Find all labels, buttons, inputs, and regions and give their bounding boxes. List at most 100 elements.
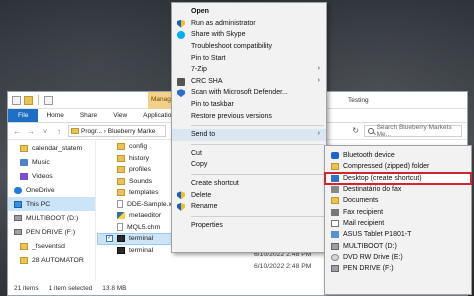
- menu-item-label: Documents: [343, 197, 379, 205]
- file-name: terminal: [129, 246, 154, 254]
- list-item[interactable]: Sounds: [97, 176, 177, 188]
- file-name: templates: [129, 189, 159, 197]
- nav-item-this-pc[interactable]: This PC: [8, 197, 95, 211]
- shield-icon: [177, 191, 185, 200]
- list-item-selected[interactable]: ✓ terminal: [97, 233, 177, 245]
- menu-item-crc-sha[interactable]: CRC SHA ›: [172, 76, 326, 88]
- menu-item-run-as-admin[interactable]: Run as administrator: [172, 18, 326, 30]
- nav-item-label: This PC: [26, 200, 51, 208]
- document-icon: [117, 223, 123, 232]
- menu-item-delete[interactable]: Delete: [172, 189, 326, 201]
- document-icon: [117, 212, 125, 220]
- send-to-documents[interactable]: Documents: [325, 195, 471, 206]
- menu-item-troubleshoot[interactable]: Troubleshoot compatibility: [172, 41, 326, 53]
- menu-item-rename[interactable]: Rename: [172, 201, 326, 213]
- list-item[interactable]: DDE-Sample.x: [97, 199, 177, 211]
- list-item[interactable]: metaeditor: [97, 210, 177, 222]
- menu-item-open[interactable]: Open: [172, 6, 326, 18]
- nav-item-label: PEN DRIVE (F:): [26, 228, 76, 236]
- send-to-submenu: Bluetooth device Compressed (zipped) fol…: [324, 145, 472, 295]
- menu-item-cut[interactable]: Cut: [172, 148, 326, 160]
- nav-item-automator[interactable]: 28 AUTOMATOR: [8, 253, 95, 267]
- checkbox-icon[interactable]: ✓: [106, 235, 113, 243]
- menu-item-copy[interactable]: Copy: [172, 159, 326, 171]
- tab-share[interactable]: Share: [72, 109, 105, 122]
- nav-item-fseventsd[interactable]: _fseventsd: [8, 239, 95, 253]
- menu-divider: [191, 124, 324, 126]
- list-item[interactable]: history: [97, 153, 177, 165]
- tab-file[interactable]: File: [8, 109, 39, 122]
- quick-access-dropdown-icon[interactable]: [44, 95, 53, 105]
- menu-item-label: CRC SHA: [191, 77, 223, 85]
- send-to-asus-tablet[interactable]: ASUS Tablet P1801-T: [325, 229, 471, 240]
- menu-item-label: Properties: [191, 221, 223, 229]
- menu-item-label: Fax recipient: [343, 208, 384, 216]
- folder-icon: [71, 128, 79, 134]
- send-to-pen-drive[interactable]: PEN DRIVE (F:): [325, 263, 471, 274]
- navigation-pane: calendar_statem Music Videos OneDrive Th…: [8, 141, 96, 281]
- menu-item-label: Run as administrator: [191, 19, 256, 27]
- refresh-icon[interactable]: ↻: [352, 126, 359, 135]
- list-item[interactable]: MQL5.chm: [97, 222, 177, 234]
- status-bar: 21 items 1 item selected 13.8 MB: [14, 285, 127, 292]
- file-name: DDE-Sample.x: [127, 200, 172, 208]
- menu-item-restore-versions[interactable]: Restore previous versions: [172, 110, 326, 122]
- menu-item-scan-defender[interactable]: Scan with Microsoft Defender...: [172, 87, 326, 99]
- menu-item-label: MULTIBOOT (D:): [343, 242, 397, 250]
- nav-item-calendar[interactable]: calendar_statem: [8, 141, 95, 155]
- menu-item-7zip[interactable]: 7-Zip ›: [172, 64, 326, 76]
- menu-item-pin-start[interactable]: Pin to Start: [172, 52, 326, 64]
- document-icon: [117, 200, 123, 209]
- bluetooth-icon: [331, 152, 339, 160]
- up-arrow-icon[interactable]: ↑: [54, 127, 64, 136]
- tab-home[interactable]: Home: [38, 109, 71, 122]
- quick-access-new-folder-icon[interactable]: [24, 95, 33, 105]
- menu-item-label: Bluetooth device: [343, 152, 395, 160]
- menu-item-pin-taskbar[interactable]: Pin to taskbar: [172, 99, 326, 111]
- send-to-mail[interactable]: Mail recipient: [325, 218, 471, 229]
- send-to-fax-recipient[interactable]: Fax recipient: [325, 206, 471, 217]
- back-arrow-icon[interactable]: ←: [12, 127, 22, 136]
- send-to-multiboot[interactable]: MULTIBOOT (D:): [325, 240, 471, 251]
- folder-icon: [117, 189, 125, 197]
- menu-item-label: Pin to Start: [191, 54, 226, 62]
- nav-item-label: _fseventsd: [32, 242, 65, 250]
- send-to-fax-destination[interactable]: Destinatário do fax: [325, 184, 471, 195]
- menu-item-properties[interactable]: Properties: [172, 220, 326, 232]
- menu-item-label: 7-Zip: [191, 66, 207, 74]
- menu-item-share-skype[interactable]: Share with Skype: [172, 29, 326, 41]
- search-input[interactable]: Search Blueberry Markets Me...: [364, 124, 462, 138]
- list-item[interactable]: terminal: [97, 245, 177, 257]
- status-selected: 1 item selected: [48, 285, 93, 292]
- pc-icon: [14, 200, 22, 208]
- drive-icon: [14, 215, 22, 221]
- terminal-icon: [117, 246, 125, 254]
- recent-locations-chevron-icon[interactable]: ˅: [40, 127, 50, 136]
- file-name: history: [129, 154, 150, 162]
- forward-arrow-icon[interactable]: →: [26, 127, 36, 136]
- menu-item-label: Destinatário do fax: [343, 186, 402, 194]
- nav-item-videos[interactable]: Videos: [8, 169, 95, 183]
- menu-divider: [191, 215, 324, 217]
- nav-item-onedrive[interactable]: OneDrive: [8, 183, 95, 197]
- nav-item-music[interactable]: Music: [8, 155, 95, 169]
- file-name: config: [129, 143, 148, 151]
- send-to-desktop-shortcut[interactable]: Desktop (create shortcut): [324, 171, 472, 185]
- address-bar[interactable]: Progr... › Blueberry Marke: [68, 125, 166, 137]
- nav-item-multiboot[interactable]: MULTIBOOT (D:): [8, 211, 95, 225]
- quick-access-properties-icon[interactable]: [12, 95, 21, 105]
- nav-item-pen-drive[interactable]: PEN DRIVE (F:): [8, 225, 95, 239]
- send-to-bluetooth[interactable]: Bluetooth device: [325, 150, 471, 161]
- list-item[interactable]: profiles: [97, 164, 177, 176]
- menu-item-label: Create shortcut: [191, 180, 239, 188]
- list-item[interactable]: templates: [97, 187, 177, 199]
- tab-view[interactable]: View: [105, 109, 135, 122]
- menu-item-label: Pin to taskbar: [191, 101, 234, 109]
- menu-item-label: Share with Skype: [191, 31, 246, 39]
- menu-item-create-shortcut[interactable]: Create shortcut: [172, 178, 326, 190]
- send-to-dvd[interactable]: DVD RW Drive (E:): [325, 252, 471, 263]
- send-to-zip[interactable]: Compressed (zipped) folder: [325, 161, 471, 172]
- status-item-count: 21 items: [14, 285, 39, 292]
- list-item[interactable]: config: [97, 141, 177, 153]
- menu-item-send-to[interactable]: Send to ›: [172, 128, 326, 141]
